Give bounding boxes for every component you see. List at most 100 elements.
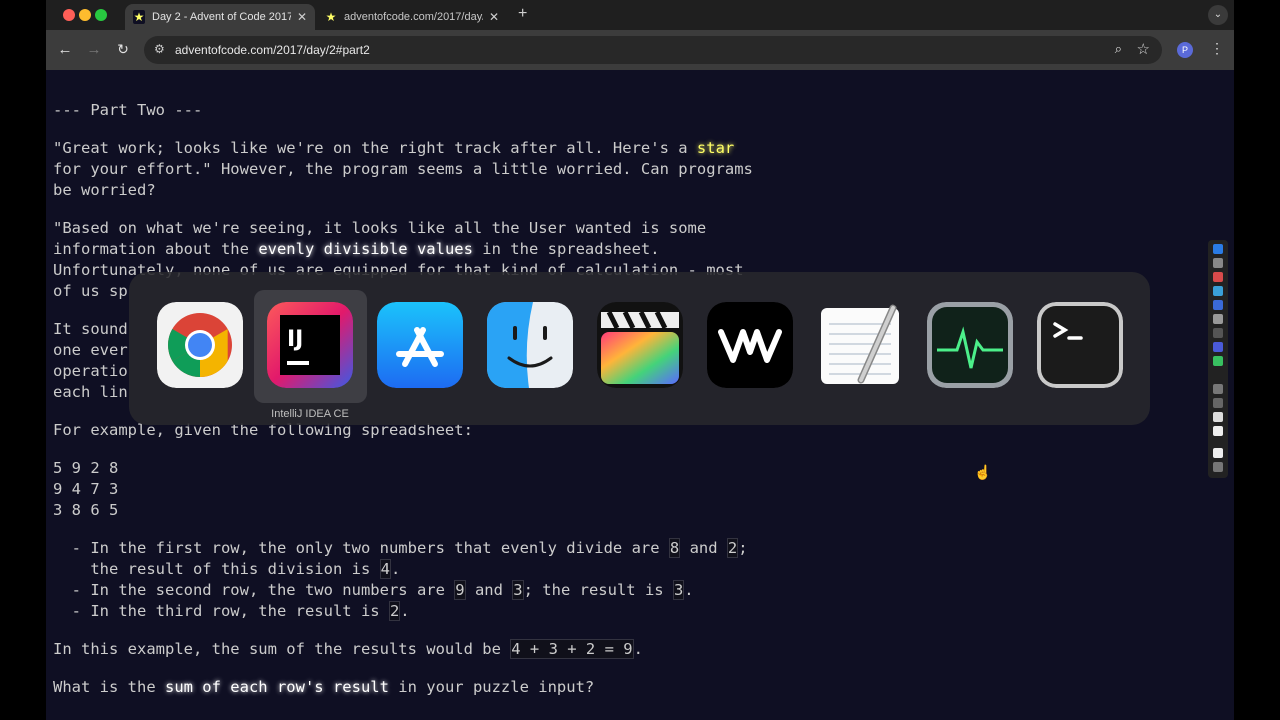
code: 3 (512, 580, 524, 600)
intellij-icon: IJ (267, 302, 353, 388)
paragraph-line: What is the sum of each row's result in … (53, 677, 594, 698)
page-title: --- Part Two --- (53, 101, 203, 119)
back-button[interactable]: ← (56, 41, 74, 58)
text: and (680, 539, 727, 557)
close-window-button[interactable] (63, 9, 75, 21)
text: . (400, 602, 410, 620)
app-chrome[interactable] (157, 302, 247, 392)
sidebar-icon[interactable] (1213, 412, 1223, 422)
text: In this example, the sum of the results … (53, 640, 511, 658)
textedit-icon (821, 304, 899, 384)
code: 4 + 3 + 2 = 9 (510, 639, 634, 659)
bookmark-star-icon[interactable]: ☆ (1137, 40, 1150, 58)
sidebar-icon[interactable] (1213, 328, 1223, 338)
close-icon[interactable]: ✕ (489, 10, 499, 24)
paragraph-line: of us sp (53, 282, 128, 300)
finder-icon (487, 302, 573, 388)
sidebar-icon[interactable] (1213, 342, 1223, 352)
text: the result of this division is (53, 560, 380, 578)
sidebar-icon[interactable] (1213, 448, 1223, 458)
app-textedit[interactable] (817, 302, 907, 392)
sidebar-icon[interactable] (1213, 398, 1223, 408)
paragraph-line: be worried? (53, 181, 156, 199)
paragraph-line: each lin (53, 383, 128, 401)
paragraph-line: In this example, the sum of the results … (53, 639, 643, 660)
paragraph-line: "Great work; looks like we're on the rig… (53, 138, 734, 159)
emphasis: sum of each row's result (164, 678, 389, 696)
spreadsheet-row: 9 4 7 3 (53, 480, 119, 498)
code: 3 (672, 580, 685, 600)
address-bar[interactable]: ⚙ adventofcode.com/2017/day/2#part2 ⌕ ☆ (144, 36, 1162, 64)
sidebar-icon[interactable] (1213, 272, 1223, 282)
text: ; (738, 539, 748, 557)
paragraph-line: for your effort." However, the program s… (53, 160, 753, 178)
code: 2 (388, 601, 401, 621)
avatar[interactable]: P (1177, 42, 1193, 58)
code: 4 (379, 559, 391, 579)
app-intellij[interactable]: IJ (267, 302, 357, 392)
sidebar-icon[interactable] (1213, 258, 1223, 268)
app-final-cut[interactable] (597, 302, 687, 392)
zoom-icon[interactable]: ⌕ (1115, 41, 1122, 57)
sidebar-icon[interactable] (1213, 426, 1223, 436)
code: 8 (668, 538, 681, 558)
selected-app-label: IntelliJ IDEA CE (271, 408, 349, 420)
sidebar-icon[interactable] (1213, 244, 1223, 254)
hand-cursor-icon: ☝ (974, 464, 992, 480)
text: "Great work; looks like we're on the rig… (53, 139, 697, 157)
sidebar-icon[interactable] (1213, 300, 1223, 310)
site-settings-icon[interactable]: ⚙ (154, 42, 165, 56)
minimize-window-button[interactable] (79, 9, 91, 21)
star-icon: ★ (325, 10, 337, 24)
list-item: the result of this division is 4. (53, 559, 400, 580)
emphasis: evenly divisible values (258, 240, 473, 258)
text: - In the third row, the result is (53, 602, 389, 620)
text: ; the result is (523, 581, 673, 599)
text: - In the first row, the only two numbers… (53, 539, 669, 557)
list-item: - In the third row, the result is 2. (53, 601, 410, 622)
svg-text:IJ: IJ (287, 327, 303, 352)
spreadsheet-row: 5 9 2 8 (53, 459, 119, 477)
url-text[interactable]: adventofcode.com/2017/day/2#part2 (175, 43, 370, 57)
text: . (390, 560, 401, 578)
app-terminal[interactable] (1037, 302, 1127, 392)
chevron-down-icon[interactable]: ⌄ (1208, 5, 1228, 25)
text: What is the (53, 678, 165, 696)
menu-icon[interactable]: ⋮ (1210, 40, 1224, 57)
sidebar-icon[interactable] (1213, 314, 1223, 324)
spreadsheet-row: 3 8 6 5 (53, 501, 119, 519)
reload-button[interactable]: ↻ (114, 41, 132, 58)
paragraph-line: information about the evenly divisible v… (53, 239, 660, 260)
tab-title: adventofcode.com/2017/day/ (344, 11, 483, 23)
paragraph-line: It sound (53, 320, 128, 338)
list-item: - In the second row, the two numbers are… (53, 580, 694, 601)
text: and (465, 581, 513, 599)
sidebar-icon[interactable] (1213, 286, 1223, 296)
tab-second[interactable]: ★ adventofcode.com/2017/day/ ✕ (317, 4, 507, 30)
activity-monitor-icon (927, 302, 1013, 388)
maximize-window-button[interactable] (95, 9, 107, 21)
paragraph-line: operatio (53, 362, 128, 380)
text: . (633, 640, 643, 658)
app-app-store[interactable] (377, 302, 467, 392)
tab-day2[interactable]: ★ Day 2 - Advent of Code 2017 ✕ (125, 4, 315, 30)
terminal-icon (1037, 302, 1123, 388)
app-finder[interactable] (487, 302, 577, 392)
new-tab-button[interactable]: + (518, 5, 527, 23)
star-link[interactable]: star (697, 139, 734, 157)
list-item: - In the first row, the only two numbers… (53, 538, 748, 559)
text: - In the second row, the two numbers are (53, 581, 455, 599)
paragraph-line: one ever (53, 341, 128, 359)
sidebar-icon[interactable] (1213, 384, 1223, 394)
close-icon[interactable]: ✕ (297, 10, 307, 24)
paragraph-line: "Based on what we're seeing, it looks li… (53, 219, 707, 237)
sidebar-icon[interactable] (1213, 462, 1223, 472)
chrome-icon (157, 302, 243, 388)
app-waves[interactable] (707, 302, 797, 392)
app-activity-monitor[interactable] (927, 302, 1017, 392)
code: 2 (726, 538, 739, 558)
forward-button[interactable]: → (85, 41, 103, 58)
app-store-icon (377, 302, 463, 388)
sidebar-icon[interactable] (1213, 356, 1223, 366)
browser-toolbar: ← → ↻ ⚙ adventofcode.com/2017/day/2#part… (46, 30, 1234, 70)
